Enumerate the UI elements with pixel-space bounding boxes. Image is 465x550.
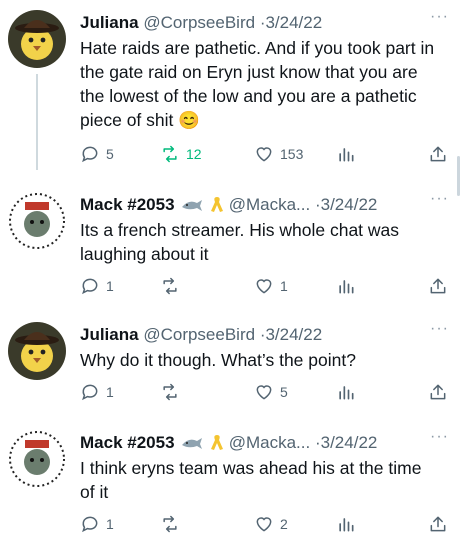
more-options-icon[interactable]: ··· bbox=[430, 320, 449, 338]
reply-button[interactable]: 5 bbox=[80, 142, 114, 166]
more-options-icon[interactable]: ··· bbox=[430, 428, 449, 446]
views-button[interactable] bbox=[336, 380, 356, 404]
reply-icon bbox=[82, 384, 98, 401]
share-button[interactable] bbox=[428, 512, 448, 536]
author-handle[interactable]: @Macka... bbox=[229, 195, 311, 214]
retweet-button[interactable]: 12 bbox=[160, 142, 202, 166]
author-name[interactable]: Juliana bbox=[80, 13, 139, 32]
tweet-actions: 5 12 153 bbox=[80, 142, 450, 166]
reply-button[interactable]: 1 bbox=[80, 512, 114, 536]
more-options-icon[interactable]: ··· bbox=[430, 8, 449, 26]
reply-button[interactable]: 1 bbox=[80, 274, 114, 298]
share-button[interactable] bbox=[428, 274, 448, 298]
views-icon bbox=[339, 280, 354, 294]
like-button[interactable]: 2 bbox=[254, 512, 288, 536]
views-button[interactable] bbox=[336, 512, 356, 536]
tweet-date[interactable]: ·3/24/22 bbox=[315, 195, 377, 214]
views-icon bbox=[339, 518, 354, 532]
like-count: 153 bbox=[280, 146, 304, 162]
reply-count: 1 bbox=[106, 516, 114, 532]
reply-count: 1 bbox=[106, 278, 114, 294]
share-icon bbox=[430, 146, 446, 162]
heart-icon bbox=[256, 147, 272, 162]
retweet-icon bbox=[163, 145, 177, 163]
views-icon bbox=[339, 386, 354, 400]
avatar-mack[interactable] bbox=[8, 192, 66, 250]
reply-count: 1 bbox=[106, 384, 114, 400]
author-name[interactable]: Mack #2053 bbox=[80, 433, 175, 452]
reply-button[interactable]: 1 bbox=[80, 380, 114, 404]
retweet-button[interactable] bbox=[160, 380, 180, 404]
retweet-count: 12 bbox=[186, 146, 202, 162]
avatar-juliana[interactable] bbox=[8, 10, 66, 68]
tweet-text: Why do it though. What’s the point? bbox=[80, 350, 356, 370]
author-handle[interactable]: @Macka... bbox=[229, 433, 311, 452]
reply-icon bbox=[82, 516, 98, 533]
tweet-actions: 1 1 bbox=[80, 274, 450, 298]
tweet-text: Hate raids are pathetic. And if you took… bbox=[80, 38, 435, 130]
reply-icon bbox=[82, 278, 98, 295]
tweet-text: Its a french streamer. His whole chat wa… bbox=[80, 220, 400, 264]
author-name[interactable]: Mack #2053 bbox=[80, 195, 175, 214]
tweet-actions: 1 2 bbox=[80, 512, 450, 536]
reply-icon bbox=[82, 146, 98, 163]
share-icon bbox=[430, 516, 446, 532]
author-name[interactable]: Juliana bbox=[80, 325, 139, 344]
shark-icon bbox=[181, 435, 203, 457]
retweet-button[interactable] bbox=[160, 512, 180, 536]
tweet-date[interactable]: ·3/24/22 bbox=[315, 433, 377, 452]
heart-icon bbox=[256, 385, 272, 400]
yellow-ribbon-icon bbox=[210, 433, 224, 457]
views-button[interactable] bbox=[336, 274, 356, 298]
author-handle[interactable]: @CorpseeBird bbox=[143, 325, 255, 344]
tweet-actions: 1 5 bbox=[80, 380, 450, 404]
tweet-date[interactable]: ·3/24/22 bbox=[260, 325, 322, 344]
tweet[interactable]: Juliana @CorpseeBird ·3/24/22 ··· Hate r… bbox=[0, 0, 465, 170]
heart-icon bbox=[256, 279, 272, 294]
views-button[interactable] bbox=[336, 142, 356, 166]
like-count: 2 bbox=[280, 516, 288, 532]
reply-count: 5 bbox=[106, 146, 114, 162]
tweet[interactable]: Mack #2053 @Macka... ·3/24/22 ··· Its a … bbox=[0, 182, 465, 302]
like-button[interactable]: 1 bbox=[254, 274, 288, 298]
like-button[interactable]: 153 bbox=[254, 142, 303, 166]
share-button[interactable] bbox=[428, 380, 448, 404]
retweet-icon bbox=[163, 277, 177, 295]
retweet-icon bbox=[163, 383, 177, 401]
retweet-icon bbox=[163, 515, 177, 533]
avatar-mack[interactable] bbox=[8, 430, 66, 488]
tweet[interactable]: Mack #2053 @Macka... ·3/24/22 ··· I thin… bbox=[0, 420, 465, 550]
retweet-button[interactable] bbox=[160, 274, 180, 298]
shark-icon bbox=[181, 197, 203, 219]
share-icon bbox=[430, 384, 446, 400]
views-icon bbox=[339, 148, 354, 162]
tweet-date[interactable]: ·3/24/22 bbox=[260, 13, 322, 32]
tweet-text: I think eryns team was ahead his at the … bbox=[80, 458, 422, 502]
like-button[interactable]: 5 bbox=[254, 380, 288, 404]
like-count: 5 bbox=[280, 384, 288, 400]
heart-icon bbox=[256, 517, 272, 532]
share-button[interactable] bbox=[428, 142, 448, 166]
avatar-juliana[interactable] bbox=[8, 322, 66, 380]
like-count: 1 bbox=[280, 278, 288, 294]
tweet[interactable]: Juliana @CorpseeBird ·3/24/22 ··· Why do… bbox=[0, 312, 465, 412]
more-options-icon[interactable]: ··· bbox=[430, 190, 449, 208]
share-icon bbox=[430, 278, 446, 294]
author-handle[interactable]: @CorpseeBird bbox=[143, 13, 255, 32]
yellow-ribbon-icon bbox=[210, 195, 224, 219]
